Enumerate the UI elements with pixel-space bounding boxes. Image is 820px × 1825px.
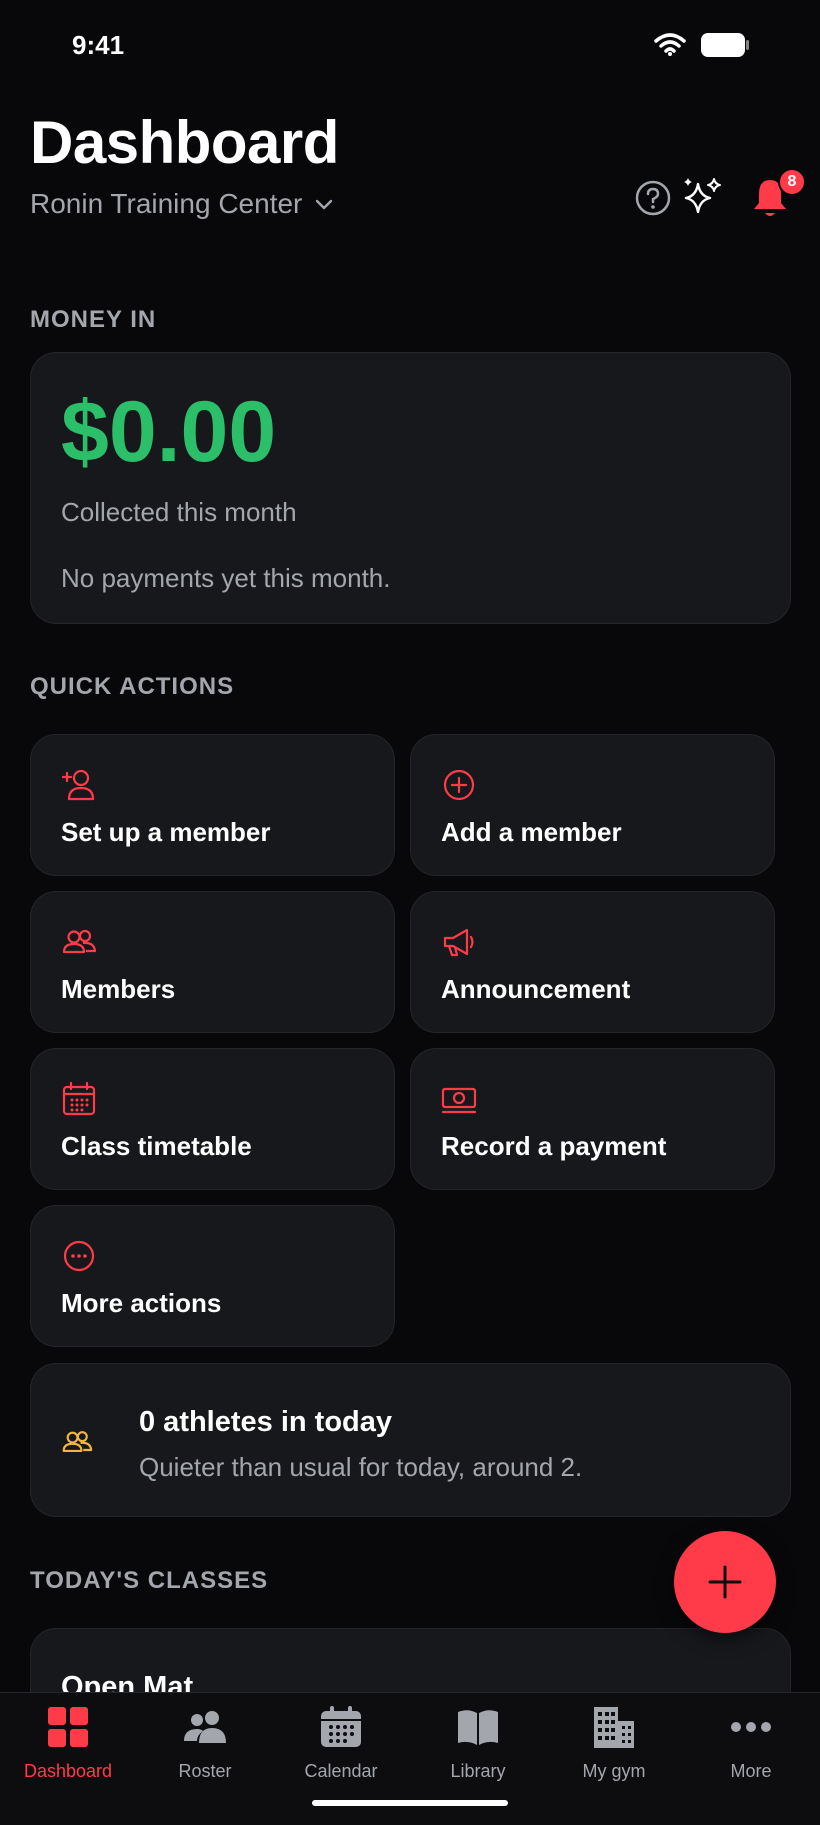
user-plus-icon — [61, 769, 95, 801]
class-timetable-button[interactable]: Class timetable — [30, 1048, 395, 1190]
qa-label: Members — [61, 974, 176, 1004]
tab-roster[interactable]: Roster — [137, 1705, 273, 1795]
money-amount: $0.00 — [61, 384, 277, 480]
qa-label: Record a payment — [441, 1131, 667, 1161]
money-note: No payments yet this month. — [61, 563, 391, 593]
add-fab-button[interactable] — [674, 1531, 776, 1633]
tab-label: Dashboard — [23, 1761, 113, 1781]
page-title: Dashboard — [30, 109, 339, 176]
more-actions-button[interactable]: More actions — [30, 1205, 395, 1347]
battery-icon — [701, 33, 749, 57]
add-member-button[interactable]: Add a member — [410, 734, 775, 876]
wifi-icon — [654, 33, 686, 56]
qa-label: Set up a member — [61, 817, 271, 847]
tab-dashboard[interactable]: Dashboard — [0, 1705, 136, 1795]
record-payment-button[interactable]: Record a payment — [410, 1048, 775, 1190]
athletes-title: 0 athletes in today — [139, 1406, 393, 1438]
money-subtitle: Collected this month — [61, 497, 297, 527]
tab-label: More — [730, 1761, 772, 1781]
tab-label: Library — [450, 1761, 506, 1781]
help-icon[interactable] — [634, 179, 672, 217]
section-label-quick-actions: QUICK ACTIONS — [30, 673, 235, 700]
cash-icon — [441, 1087, 477, 1114]
notification-badge: 8 — [778, 168, 806, 196]
set-up-member-button[interactable]: Set up a member — [30, 734, 395, 876]
announcement-button[interactable]: Announcement — [410, 891, 775, 1033]
qa-label: Add a member — [441, 817, 622, 847]
status-icons — [654, 32, 750, 58]
header-actions: 8 — [634, 168, 806, 220]
qa-label: More actions — [61, 1288, 222, 1318]
calendar-icon — [321, 1706, 361, 1747]
athletes-today-card[interactable]: 0 athletes in today Quieter than usual f… — [30, 1363, 791, 1517]
building-icon — [594, 1707, 634, 1748]
tab-label: Calendar — [304, 1761, 378, 1781]
qa-label: Announcement — [441, 974, 631, 1004]
book-icon — [458, 1710, 498, 1745]
home-indicator — [312, 1800, 508, 1806]
gym-name: Ronin Training Center — [30, 188, 303, 219]
tab-library[interactable]: Library — [410, 1705, 546, 1795]
notifications-button[interactable]: 8 — [750, 168, 806, 220]
more-dots-icon — [731, 1722, 771, 1732]
plus-icon — [708, 1565, 742, 1599]
athletes-subtitle: Quieter than usual for today, around 2. — [139, 1452, 583, 1482]
members-button[interactable]: Members — [30, 891, 395, 1033]
users-icon — [62, 1431, 93, 1452]
tab-label: Roster — [178, 1761, 232, 1781]
grid-icon — [48, 1707, 88, 1747]
gym-selector[interactable]: Ronin Training Center — [30, 188, 334, 220]
people-icon — [184, 1711, 226, 1743]
money-in-card[interactable]: $0.00 Collected this month No payments y… — [30, 352, 791, 624]
section-label-money-in: MONEY IN — [30, 306, 157, 333]
plus-circle-icon — [443, 769, 475, 801]
tab-calendar[interactable]: Calendar — [273, 1705, 409, 1795]
tab-more[interactable]: More — [683, 1705, 819, 1795]
sparkles-icon[interactable] — [680, 176, 724, 220]
megaphone-icon — [443, 928, 474, 957]
qa-label: Class timetable — [61, 1131, 252, 1161]
more-circle-icon — [63, 1240, 95, 1272]
users-icon — [62, 929, 97, 954]
calendar-icon — [62, 1081, 96, 1116]
section-label-todays-classes: TODAY'S CLASSES — [30, 1567, 269, 1594]
status-bar: 9:41 — [0, 0, 820, 90]
chevron-down-icon — [316, 199, 333, 210]
status-time: 9:41 — [72, 30, 125, 60]
tab-my-gym[interactable]: My gym — [546, 1705, 682, 1795]
tab-label: My gym — [582, 1761, 646, 1781]
